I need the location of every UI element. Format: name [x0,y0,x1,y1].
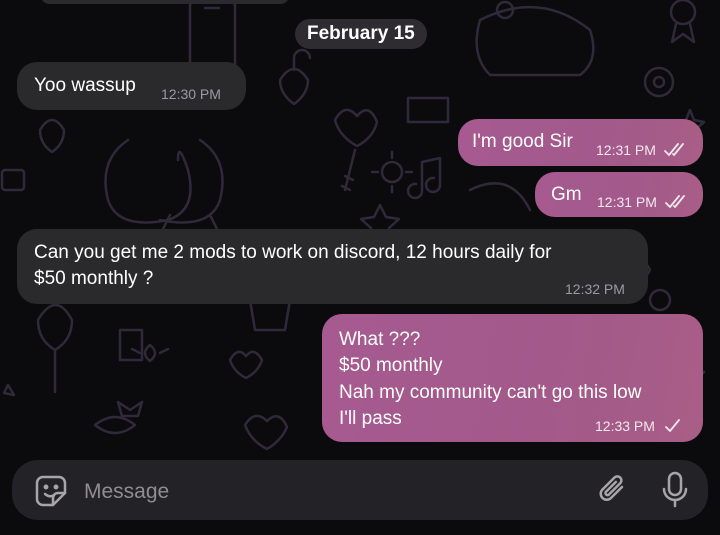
message-text-line: I'll pass [339,408,402,429]
incoming-message[interactable]: Yoo wassup 12:30 PM [17,62,246,110]
message-time: 12:33 PM [595,418,655,434]
message-time: 12:31 PM [596,142,656,158]
previous-message-edge [40,0,290,4]
single-check-icon [664,419,680,432]
message-input[interactable] [82,477,566,507]
message-meta: 12:31 PM [596,142,688,158]
message-text-line: Can you get me 2 mods to work on discord… [34,242,552,263]
message-text-line: Nah my community can't go this low [339,382,642,403]
message-text: Gm [551,184,582,205]
message-time: 12:31 PM [597,194,657,210]
message-meta: 12:31 PM [597,194,689,210]
message-text: Yoo wassup [34,75,136,96]
outgoing-message[interactable]: I'm good Sir 12:31 PM [458,119,703,166]
sticker-icon[interactable] [34,474,68,508]
message-time: 12:30 PM [161,86,221,102]
double-check-icon [664,195,685,208]
microphone-icon[interactable] [660,471,690,509]
message-meta: 12:33 PM [595,418,681,434]
date-separator: February 15 [295,19,427,49]
outgoing-message[interactable]: Gm 12:31 PM [535,172,703,217]
double-check-icon [663,143,684,156]
message-text-line: What ??? [339,329,421,350]
outgoing-message[interactable]: What ??? $50 monthly Nah my community ca… [322,314,703,442]
message-time: 12:32 PM [565,281,625,297]
message-text: I'm good Sir [472,131,573,152]
message-composer [12,460,708,520]
message-text-line: $50 monthly ? [34,268,154,289]
message-text-line: $50 monthly [339,355,443,376]
incoming-message[interactable]: Can you get me 2 mods to work on discord… [17,229,648,304]
paperclip-icon[interactable] [595,472,631,508]
